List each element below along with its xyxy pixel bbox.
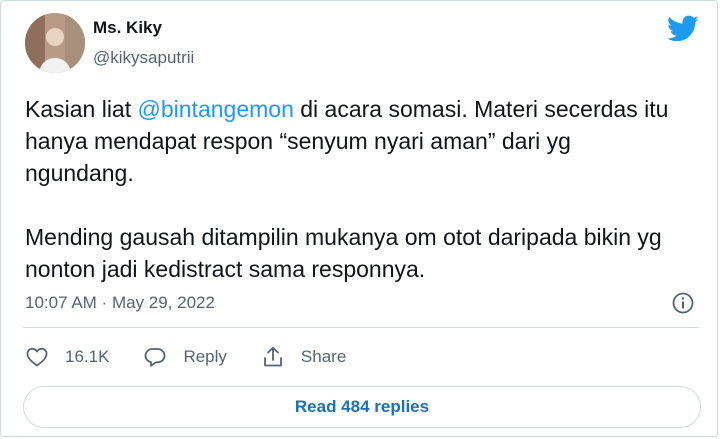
tweet-timestamp[interactable]: 10:07 AM · May 29, 2022 bbox=[25, 293, 215, 313]
like-count: 16.1K bbox=[65, 347, 110, 366]
tweet-text: Kasian liat @bintangemon di acara somasi… bbox=[25, 93, 685, 285]
tweet-paragraph-2: Mending gausah ditampilin mukanya om oto… bbox=[25, 224, 662, 282]
share-label: Share bbox=[300, 347, 347, 366]
info-icon[interactable] bbox=[671, 291, 695, 315]
tweet-text-start: Kasian liat bbox=[25, 96, 138, 122]
read-replies-button[interactable]: Read 484 replies bbox=[23, 386, 701, 428]
author-name[interactable]: Ms. Kiky bbox=[93, 18, 162, 38]
like-button[interactable]: 16.1K bbox=[25, 345, 109, 369]
action-bar: 16.1K Reply Share bbox=[25, 345, 380, 369]
avatar-image bbox=[25, 13, 85, 73]
comment-icon bbox=[145, 348, 166, 367]
share-icon bbox=[264, 346, 282, 367]
twitter-bird-icon[interactable] bbox=[667, 15, 699, 43]
tweet-card: Ms. Kiky @kikysaputrii Kasian liat @bint… bbox=[0, 0, 718, 437]
reply-button[interactable]: Reply bbox=[143, 345, 227, 369]
divider bbox=[23, 327, 699, 328]
heart-icon bbox=[26, 347, 48, 367]
avatar[interactable] bbox=[25, 13, 85, 73]
mention-link[interactable]: @bintangemon bbox=[138, 96, 294, 122]
share-button[interactable]: Share bbox=[261, 345, 346, 369]
author-handle[interactable]: @kikysaputrii bbox=[93, 48, 194, 68]
reply-label: Reply bbox=[183, 347, 227, 366]
tweet-date: May 29, 2022 bbox=[111, 293, 215, 312]
tweet-time: 10:07 AM bbox=[25, 293, 97, 312]
tweet-paragraph-1: Kasian liat @bintangemon di acara somasi… bbox=[25, 93, 685, 189]
meta-separator: · bbox=[96, 293, 112, 312]
